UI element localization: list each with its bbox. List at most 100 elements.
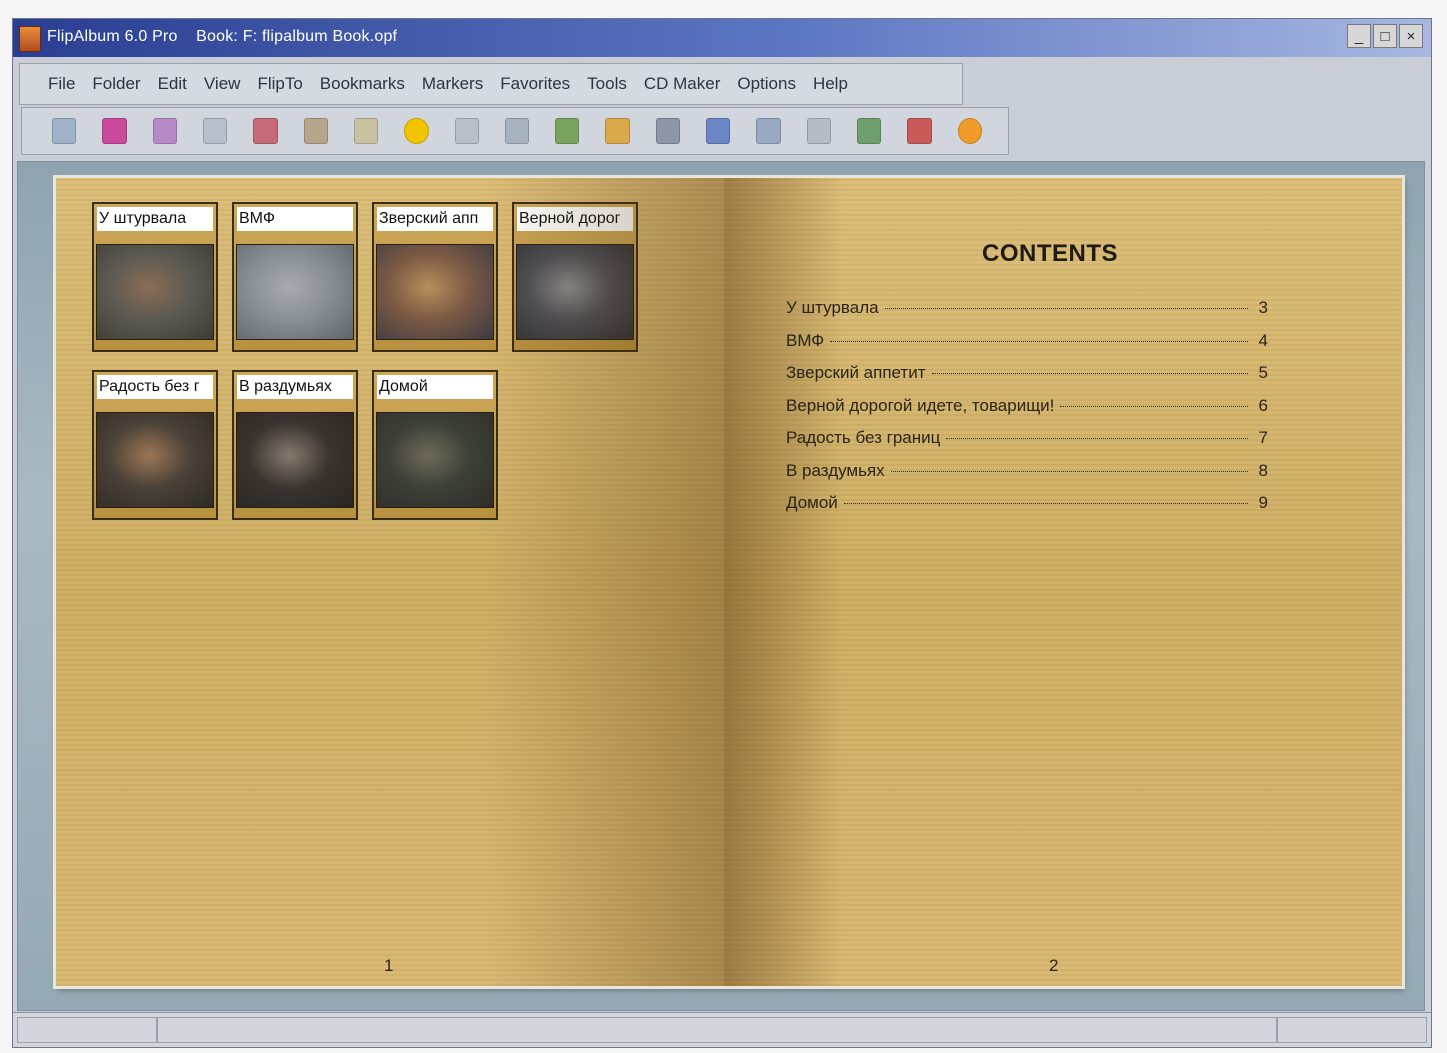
thumbnail-photo [376, 412, 494, 508]
thumbnail-photo [236, 244, 354, 340]
menu-file[interactable]: File [48, 74, 75, 94]
menu-bookmarks[interactable]: Bookmarks [320, 74, 405, 94]
app-window: FlipAlbum 6.0 Pro Book: F: flipalbum Boo… [12, 18, 1432, 1048]
thumbnail-caption: Зверский апп [377, 207, 493, 231]
thumbnail-photo [376, 244, 494, 340]
toc-leader-dots [843, 502, 1248, 504]
toc-entry[interactable]: Верной дорогой идете, товарищи! 6 [786, 396, 1268, 429]
toc-entry[interactable]: Радость без границ 7 [786, 428, 1268, 461]
toc-leader-dots [946, 437, 1248, 439]
image-icon[interactable] [806, 118, 831, 144]
toc-entry-title: В раздумьях [786, 460, 885, 480]
toc-page-number: 3 [1258, 298, 1268, 317]
spread-icon[interactable] [303, 118, 328, 144]
status-bar [13, 1012, 1431, 1047]
menu-options[interactable]: Options [737, 74, 796, 94]
toc-entry-title: Домой [786, 493, 838, 512]
status-pane [1277, 1017, 1427, 1043]
thumbnail-caption: Домой [377, 375, 493, 399]
print-icon[interactable] [857, 118, 882, 144]
thumbnail-caption: Верной дорог [517, 207, 633, 231]
columns-icon[interactable] [504, 118, 530, 144]
toc-entry[interactable]: ВМФ 4 [786, 331, 1268, 364]
status-pane [17, 1017, 157, 1043]
thumbnail-caption: ВМФ [237, 207, 353, 231]
toc-page-number: 9 [1258, 493, 1268, 512]
open-book-icon[interactable] [52, 118, 77, 144]
photo-thumbnail[interactable]: Зверский апп [372, 202, 498, 352]
toc-entry-title: Верной дорогой идете, товарищи! [786, 395, 1055, 415]
photo-thumbnail[interactable]: ВМФ [232, 202, 358, 352]
thumbnail-caption: Радость без г [97, 375, 213, 399]
toc-leader-dots [830, 340, 1248, 342]
photo-thumbnail[interactable]: Домой [372, 370, 498, 520]
photo-thumbnail[interactable]: В раздумьях [232, 370, 358, 520]
album-icon[interactable] [152, 118, 177, 144]
photo-thumbnail[interactable]: У штурвала [92, 202, 218, 352]
thumbnail-photo [236, 412, 354, 508]
slideshow-icon[interactable] [756, 118, 781, 144]
arrow-icon[interactable] [555, 118, 580, 144]
toc-page-number: 6 [1258, 395, 1268, 415]
open-album-icon[interactable] [605, 118, 630, 144]
music-icon[interactable] [655, 118, 681, 144]
minimize-button[interactable]: _ [1347, 24, 1371, 48]
toc-page-number: 5 [1258, 363, 1268, 382]
app-icon [19, 26, 41, 52]
page-icon[interactable] [202, 118, 228, 144]
document-icon[interactable] [353, 118, 379, 144]
toc-entry-title: У штурвала [786, 298, 879, 317]
thumbnail-photo [96, 412, 214, 508]
toc-entry[interactable]: Домой 9 [786, 493, 1268, 526]
photo-icon[interactable] [253, 118, 278, 144]
menu-help[interactable]: Help [813, 74, 848, 94]
maximize-button[interactable]: □ [1373, 24, 1397, 48]
menu-view[interactable]: View [204, 74, 241, 94]
pen-icon[interactable] [454, 118, 479, 144]
thumbnail-photo [96, 244, 214, 340]
status-pane [157, 1017, 1277, 1043]
toc-entry[interactable]: У штурвала 3 [786, 298, 1268, 331]
toc-entry-title: ВМФ [786, 330, 825, 350]
toc-entry-title: Зверский аппетит [786, 363, 926, 382]
toc-entry-title: Радость без границ [786, 428, 941, 447]
menu-cd-maker[interactable]: CD Maker [644, 74, 721, 94]
menu-flipto[interactable]: FlipTo [257, 74, 302, 94]
add-icon[interactable] [404, 118, 429, 144]
menu-favorites[interactable]: Favorites [500, 74, 570, 94]
menu-tools[interactable]: Tools [587, 74, 627, 94]
contents-heading: CONTENTS [982, 240, 1118, 267]
toc-leader-dots [931, 372, 1248, 374]
close-button[interactable]: × [1399, 24, 1423, 48]
toc-leader-dots [1060, 405, 1248, 407]
menu-edit[interactable]: Edit [158, 74, 187, 94]
photo-thumbnail[interactable]: Верной дорог [512, 202, 638, 352]
help-icon[interactable] [957, 118, 982, 144]
flag-icon[interactable] [907, 118, 932, 144]
toc-page-number: 4 [1258, 330, 1268, 350]
toc-entry[interactable]: В раздумьях 8 [786, 461, 1268, 494]
toolbar [21, 107, 1009, 155]
right-page[interactable]: CONTENTS У штурвала 3 ВМФ 4 Зверский аппетит… [724, 178, 1402, 986]
left-page-number: 1 [384, 956, 394, 975]
toc-leader-dots [890, 470, 1248, 472]
table-of-contents: У штурвала 3 ВМФ 4 Зверский аппетит 5 Верной д… [786, 298, 1268, 526]
photo-thumbnail[interactable]: Радость без г [92, 370, 218, 520]
thumbnail-photo [516, 244, 634, 340]
window-title: FlipAlbum 6.0 Pro Book: F: flipalbum Boo… [47, 28, 398, 45]
thumbnail-caption: У штурвала [97, 207, 213, 231]
menu-folder[interactable]: Folder [92, 74, 140, 94]
next-icon[interactable] [706, 118, 731, 144]
toc-page-number: 8 [1258, 460, 1268, 480]
menu-bar: File Folder Edit View FlipTo Bookmarks M… [19, 63, 963, 105]
bookmark-icon[interactable] [102, 118, 127, 144]
title-bar[interactable]: FlipAlbum 6.0 Pro Book: F: flipalbum Boo… [13, 19, 1431, 57]
left-page[interactable]: У штурвала ВМФ Зверский апп Верной дорог Рад… [56, 178, 724, 986]
thumbnail-caption: В раздумьях [237, 375, 353, 399]
toc-page-number: 7 [1258, 428, 1268, 447]
menu-markers[interactable]: Markers [422, 74, 483, 94]
toc-entry[interactable]: Зверский аппетит 5 [786, 363, 1268, 396]
book-viewer: У штурвала ВМФ Зверский апп Верной дорог Рад… [17, 161, 1425, 1011]
window-controls: _ □ × [1347, 24, 1423, 48]
right-page-number: 2 [1049, 956, 1059, 975]
